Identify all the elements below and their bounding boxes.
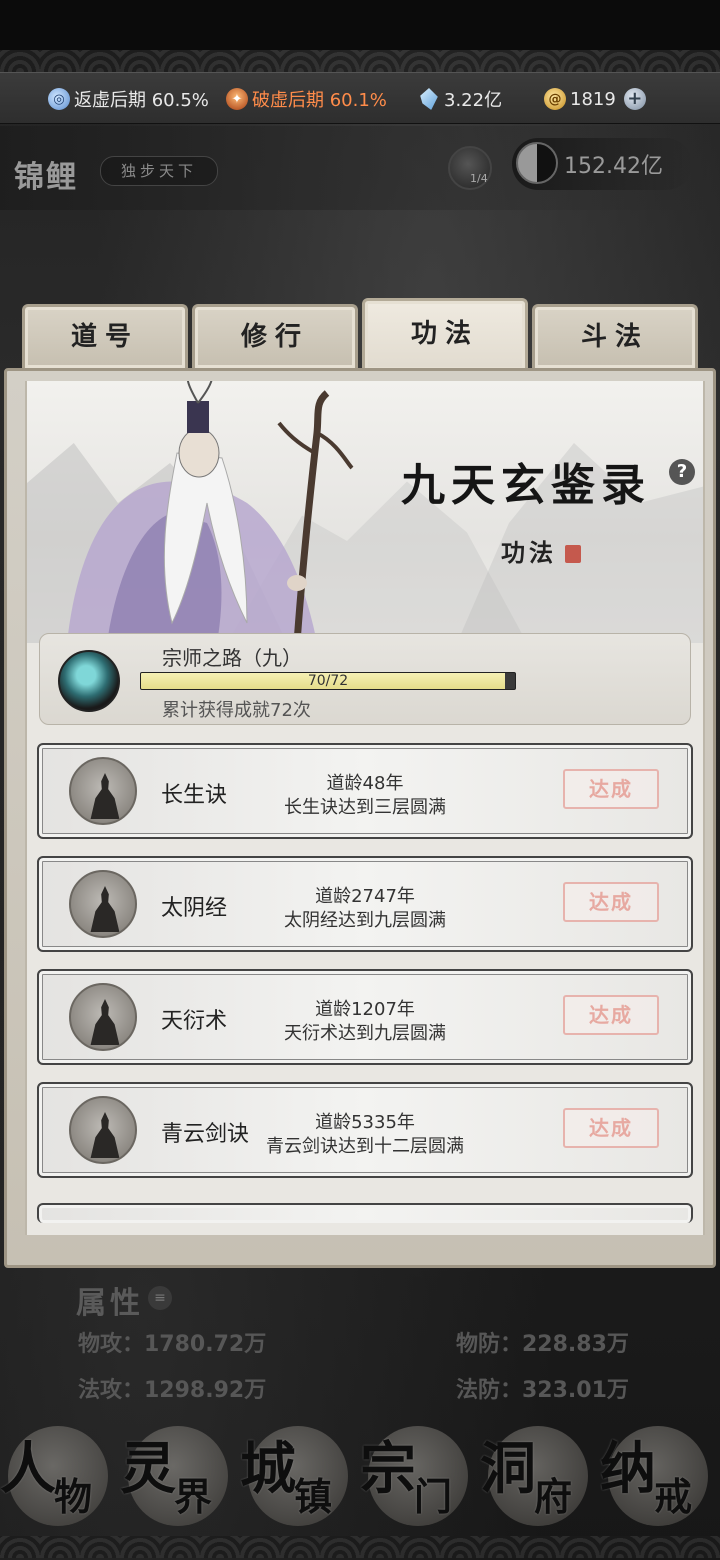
status-area (0, 0, 720, 50)
realm-orb-icon: ◎ (48, 88, 70, 110)
progress-title: 宗师之路（九） (162, 646, 302, 670)
achievement-requirement: 道龄48年 (326, 773, 404, 794)
progress-description: 累计获得成就72次 (162, 700, 311, 721)
skill-panel-content: 九天玄鉴录 ? 功法 宗师之路（九） 70/72 累计获得成就72次 长生诀 道… (25, 381, 705, 1235)
cultivator-silhouette-icon (69, 1096, 137, 1164)
tab-daohao[interactable]: 道号 (22, 304, 188, 368)
help-icon[interactable]: ? (669, 459, 695, 485)
nav-char-2: 戒 (654, 1474, 693, 1519)
achievement-row[interactable]: 青云剑诀 道龄5335年 青云剑诀达到十二层圆满 达成 (37, 1082, 693, 1178)
tab-doufa[interactable]: 斗法 (532, 304, 698, 368)
skill-panel: 九天玄鉴录 ? 功法 宗师之路（九） 70/72 累计获得成就72次 长生诀 道… (4, 368, 716, 1268)
magic-defense: 法防：323.01万 (456, 1378, 629, 1403)
achievement-condition: 天衍术达到九层圆满 (284, 1023, 446, 1044)
breakthrough-icon: ✦ (226, 88, 248, 110)
achieved-stamp: 达成 (563, 995, 659, 1035)
nav-character[interactable]: 人 物 (0, 1424, 116, 1526)
nav-town[interactable]: 城 镇 (240, 1424, 356, 1526)
decor-wave-top (0, 50, 720, 72)
player-title-badge[interactable]: 独步天下 (100, 156, 218, 186)
yinyang-icon (516, 142, 558, 184)
attributes-header: 属性 (76, 1286, 144, 1321)
achievement-requirement: 道龄5335年 (315, 1112, 415, 1133)
ring-artifact-icon (58, 650, 120, 712)
achievement-row-partial[interactable] (37, 1203, 693, 1223)
cultivator-silhouette-icon (69, 870, 137, 938)
coin-icon: @ (544, 88, 566, 110)
skill-category: 功法 (501, 538, 557, 567)
breakthrough-text: 破虚后期 60.1% (252, 90, 387, 111)
nav-char-1: 纳 (600, 1436, 656, 1502)
skill-banner: 九天玄鉴录 ? 功法 (27, 381, 703, 643)
cultivator-silhouette-icon (69, 983, 137, 1051)
player-name: 锦鲤 (14, 160, 78, 195)
achievement-row[interactable]: 长生诀 道龄48年 长生诀达到三层圆满 达成 (37, 743, 693, 839)
achieved-stamp: 达成 (563, 882, 659, 922)
achievement-condition: 青云剑诀达到十二层圆满 (266, 1136, 464, 1157)
phys-attack: 物攻：1780.72万 (78, 1332, 267, 1357)
sage-portrait (67, 381, 354, 643)
nav-sect[interactable]: 宗 门 (360, 1424, 476, 1526)
progress-text: 70/72 (307, 673, 349, 689)
magic-attack: 法攻：1298.92万 (78, 1378, 267, 1403)
spirit-stone-text: 3.22亿 (444, 90, 503, 111)
achievement-row[interactable]: 天衍术 道龄1207年 天衍术达到九层圆满 达成 (37, 969, 693, 1065)
achievement-requirement: 道龄2747年 (315, 886, 415, 907)
nav-cave[interactable]: 洞 府 (480, 1424, 596, 1526)
tab-gongfa[interactable]: 功法 (362, 298, 528, 370)
achievement-row[interactable]: 太阴经 道龄2747年 太阴经达到九层圆满 达成 (37, 856, 693, 952)
breakthrough-progress[interactable]: ✦ 破虚后期 60.1% (226, 73, 387, 125)
achieved-stamp: 达成 (563, 1108, 659, 1148)
progress-bar: 70/72 (140, 672, 516, 690)
achievement-progress-card: 宗师之路（九） 70/72 累计获得成就72次 (39, 633, 691, 725)
nav-char-1: 洞 (480, 1436, 536, 1502)
decor-wave-bottom (0, 1536, 720, 1558)
list-icon[interactable]: ≡ (148, 1286, 172, 1310)
achievement-name: 长生诀 (161, 783, 228, 808)
medal-count: 1/4 (470, 172, 488, 185)
tab-xiuxing[interactable]: 修行 (192, 304, 358, 368)
achievement-condition: 长生诀达到三层圆满 (284, 797, 446, 818)
skill-title: 九天玄鉴录 (401, 460, 651, 511)
nav-char-2: 物 (54, 1474, 93, 1519)
nav-char-2: 界 (174, 1474, 213, 1519)
nav-char-2: 镇 (294, 1474, 333, 1519)
spirit-stone-count[interactable]: 3.22亿 (418, 73, 502, 125)
currency-count[interactable]: @ 1819 + (544, 73, 646, 125)
realm-progress[interactable]: ◎ 返虚后期 60.5% (48, 73, 209, 125)
phys-defense: 物防：228.83万 (456, 1332, 629, 1357)
resource-bar: ◎ 返虚后期 60.5% ✦ 破虚后期 60.1% 3.22亿 @ 1819 + (0, 72, 720, 124)
plus-icon[interactable]: + (623, 88, 646, 110)
red-seal-stamp (565, 545, 581, 563)
achievement-requirement: 道龄1207年 (315, 999, 415, 1020)
currency-text: 1819 (570, 88, 616, 110)
nav-char-1: 宗 (360, 1436, 416, 1502)
achieved-stamp: 达成 (563, 769, 659, 809)
achievement-name: 天衍术 (161, 1009, 228, 1034)
achievement-name: 青云剑诀 (161, 1122, 250, 1147)
achievement-name: 太阴经 (161, 896, 228, 921)
nav-char-2: 府 (534, 1474, 573, 1519)
cultivator-silhouette-icon (69, 757, 137, 825)
nav-char-1: 人 (0, 1436, 56, 1502)
nav-char-2: 门 (414, 1474, 453, 1519)
power-value: 152.42亿 (564, 154, 663, 179)
nav-char-1: 城 (240, 1436, 296, 1502)
nav-spirit-realm[interactable]: 灵 界 (120, 1424, 236, 1526)
spirit-stone-icon (420, 88, 438, 110)
nav-char-1: 灵 (120, 1436, 176, 1502)
nav-storage-ring[interactable]: 纳 戒 (600, 1424, 716, 1526)
realm-text: 返虚后期 60.5% (74, 90, 209, 111)
achievement-condition: 太阴经达到九层圆满 (284, 910, 446, 931)
